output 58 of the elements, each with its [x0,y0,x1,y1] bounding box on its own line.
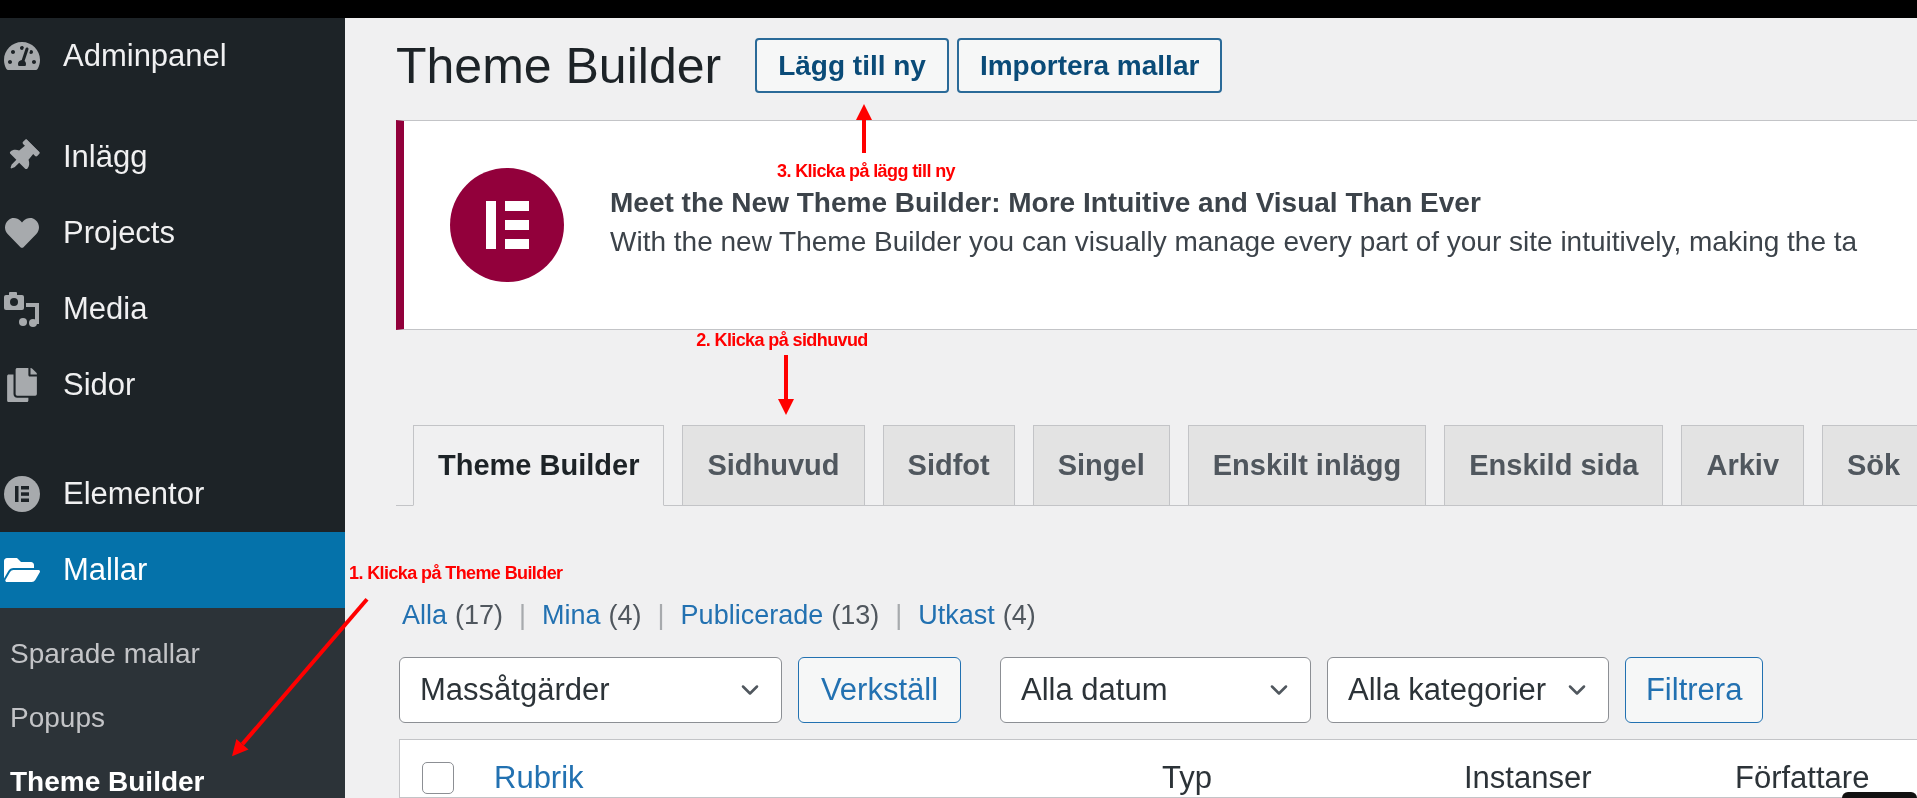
filter-link[interactable]: Mina (4) [542,599,642,632]
annotation-label: 1. Klicka på Theme Builder [349,564,563,582]
menu-item-label: Sidor [63,367,136,403]
filter-link[interactable]: Alla (17) [402,599,504,632]
menu-item-label: Media [63,291,148,327]
tab[interactable]: Sök [1822,425,1917,506]
tab[interactable]: Singel [1032,425,1170,506]
header-button[interactable]: Importera mallar [956,38,1223,93]
menu-item-label: Mallar [63,552,148,588]
tab[interactable]: Sidhuvud [682,425,865,506]
select-field[interactable]: Alla kategorier [1327,657,1610,724]
page-title: Theme Builder [396,40,722,91]
floating-button[interactable] [1842,792,1917,798]
pages-icon [5,368,39,402]
circle-e-icon [4,476,40,512]
column-header: Typ [1162,762,1212,794]
annotation-arrow [778,355,794,415]
filter-button[interactable]: Filtrera [1625,657,1764,724]
menu-item-label: Adminpanel [63,38,227,74]
menu-item[interactable]: Sidor [0,347,345,423]
logo-icon [450,168,564,282]
tab[interactable]: Arkiv [1681,425,1805,506]
annotation-label: 2. Klicka på sidhuvud [696,331,868,349]
header-button[interactable]: Lägg till ny [755,38,949,93]
tab[interactable]: Sidfot [882,425,1015,506]
column-header: Instanser [1464,762,1592,794]
submenu-item[interactable]: Theme Builder [0,750,345,798]
filter-link[interactable]: Utkast (4) [918,599,1036,632]
menu-item[interactable]: Media [0,271,345,347]
camera-music-icon [4,291,40,327]
separator-label: | [895,599,903,632]
separator-label: | [519,599,527,632]
filter-link[interactable]: Publicerade (13) [680,599,880,632]
separator-label: | [657,599,665,632]
submenu-item[interactable]: Sparade mallar [0,622,345,686]
select-field[interactable]: Alla datum [1000,657,1311,724]
column-header-link[interactable]: Rubrik [494,762,584,794]
annotation-label: 3. Klicka på lägg till ny [776,162,956,180]
tab[interactable]: Enskilt inlägg [1187,425,1427,506]
column-header: Författare [1735,762,1870,794]
checkbox[interactable] [422,762,454,795]
menu-item-label: Inlägg [63,139,148,175]
menu-item-label: Projects [63,215,175,251]
tab[interactable]: Theme Builder [413,425,665,506]
notice-text: With the new Theme Builder you can visually manage every part of your site intuitively, making the ta [610,224,1858,259]
submenu-item[interactable]: Popups [0,686,345,750]
menu-item[interactable]: Adminpanel [0,18,345,94]
heart-icon [5,216,39,250]
select-field[interactable]: Massåtgärder [399,657,782,724]
menu-item-label: Elementor [63,476,205,512]
menu-item[interactable]: Elementor [0,456,345,532]
annotation-arrow [856,104,872,153]
menu-item[interactable]: Inlägg [0,119,345,195]
notice-heading: Meet the New Theme Builder: More Intuitive and Visual Than Ever [610,185,1482,220]
tab[interactable]: Enskild sida [1444,425,1664,506]
menu-item[interactable]: Mallar [0,532,345,608]
menu-item[interactable]: Projects [0,195,345,271]
filter-button[interactable]: Verkställ [798,657,961,724]
